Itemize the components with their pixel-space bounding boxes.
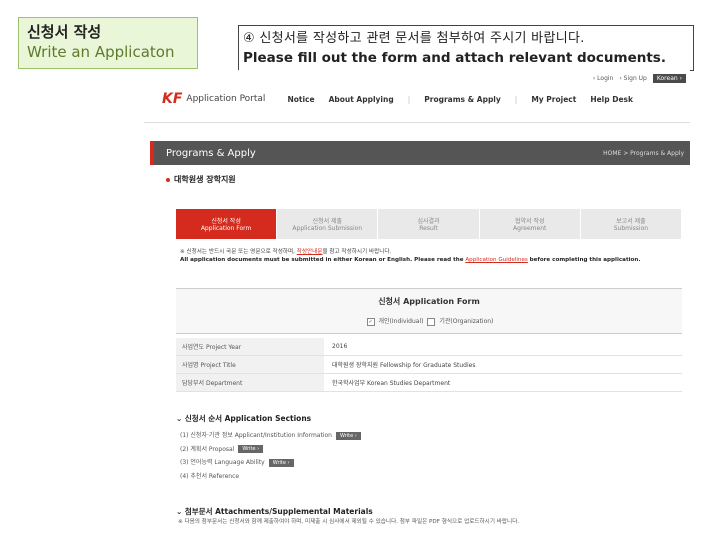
individual-label: 개인(Individual) xyxy=(378,318,424,325)
row-value: 2016 xyxy=(332,343,348,350)
nav-my-project[interactable]: My Project xyxy=(531,95,576,104)
organization-label: 기관(Organization) xyxy=(439,318,494,325)
tab-result[interactable]: 심사결과 Result xyxy=(378,209,480,239)
list-item: (2) 계획서 Proposal Write › xyxy=(180,443,361,457)
login-link[interactable]: › Login xyxy=(593,75,614,82)
table-row: 사업연도 Project Year 2016 xyxy=(176,338,682,356)
list-item: (4) 추천서 Reference xyxy=(180,472,240,480)
page-title: Programs & Apply xyxy=(166,147,256,159)
attachments-text: ※ 다음의 첨부문서는 신청서와 함께 제출하여야 하며, 미제출 시 심사에서… xyxy=(178,519,520,525)
page-title-bar: Programs & Apply HOME > Programs & Apply xyxy=(150,141,690,165)
sections-title: ⌄ 신청서 순서 Application Sections xyxy=(176,414,312,423)
nav-about-applying[interactable]: About Applying xyxy=(329,95,394,104)
nav-items: Notice About Applying | Programs & Apply… xyxy=(287,95,633,104)
nav-help-desk[interactable]: Help Desk xyxy=(590,95,633,104)
table-row: 사업명 Project Title 대학원생 장학지원 Fellowship f… xyxy=(176,356,682,374)
program-title: 대학원생 장학지원 xyxy=(166,174,236,185)
nav-programs-apply[interactable]: Programs & Apply xyxy=(424,95,501,104)
attachments-title: ⌄ 첨부문서 Attachments/Supplemental Material… xyxy=(176,507,373,516)
instruction-box: ④ 신청서를 작성하고 관련 문서를 첨부하여 주시기 바랍니다. Please… xyxy=(238,25,694,71)
project-info-table: 사업연도 Project Year 2016 사업명 Project Title… xyxy=(176,338,682,392)
table-row: 담당부서 Department 한국학사업부 Korean Studies De… xyxy=(176,374,682,392)
tab-application-submission[interactable]: 신청서 제출 Application Submission xyxy=(277,209,379,239)
signup-link[interactable]: › Sign Up xyxy=(619,75,647,82)
portal-screenshot: › Login › Sign Up Korean › KF Applicatio… xyxy=(144,70,690,540)
tab-submission[interactable]: 보고서 제출 Submission xyxy=(580,209,683,239)
main-nav: KF Application Portal Notice About Apply… xyxy=(144,84,690,114)
nav-divider xyxy=(144,122,690,123)
row-label: 사업명 Project Title xyxy=(176,356,324,373)
nav-separator: | xyxy=(514,94,518,104)
guideline-link-ko[interactable]: 작성안내문 xyxy=(297,249,323,255)
step-title-box: 신청서 작성 Write an Applicaton xyxy=(18,17,198,69)
organization-checkbox[interactable] xyxy=(427,317,436,326)
sections-list: (1) 신청자·기관 정보 Applicant/Institution Info… xyxy=(180,429,361,483)
nav-separator: | xyxy=(407,94,411,104)
list-item: (1) 신청자·기관 정보 Applicant/Institution Info… xyxy=(180,429,361,443)
nav-notice[interactable]: Notice xyxy=(287,95,314,104)
write-button[interactable]: Write › xyxy=(268,458,294,467)
tab-application-form[interactable]: 신청서 작성 Application Form xyxy=(176,209,278,239)
form-type-selector: ✓ 개인(Individual) 기관(Organization) xyxy=(176,316,682,326)
step-title-en: Write an Applicaton xyxy=(27,43,175,61)
program-title-text: 대학원생 장학지원 xyxy=(174,175,236,184)
top-links: › Login › Sign Up Korean › xyxy=(593,74,686,83)
form-header: 신청서 Application Form ✓ 개인(Individual) 기관… xyxy=(176,288,682,334)
language-button[interactable]: Korean › xyxy=(652,74,686,83)
instruction-en: Please fill out the form and attach rele… xyxy=(243,50,666,66)
instruction-ko: ④ 신청서를 작성하고 관련 문서를 첨부하여 주시기 바랍니다. xyxy=(243,31,585,46)
row-label: 담당부서 Department xyxy=(176,374,324,391)
form-title: 신청서 Application Form xyxy=(378,297,480,306)
logo[interactable]: KF Application Portal xyxy=(162,91,265,107)
write-button[interactable]: Write › xyxy=(335,431,361,440)
list-item: (3) 언어능력 Language Ability Write › xyxy=(180,456,361,470)
individual-checkbox[interactable]: ✓ xyxy=(366,317,375,326)
notice-text: ※ 신청서는 반드시 국문 또는 영문으로 작성하며, 작성안내문을 참고 작성… xyxy=(180,249,641,263)
logo-text: Application Portal xyxy=(186,94,266,104)
guideline-link-en[interactable]: Application Guidelines xyxy=(465,257,527,263)
row-label: 사업연도 Project Year xyxy=(176,338,324,355)
row-value: 한국학사업부 Korean Studies Department xyxy=(332,380,451,387)
step-title-ko: 신청서 작성 xyxy=(27,23,102,41)
row-value: 대학원생 장학지원 Fellowship for Graduate Studie… xyxy=(332,362,476,369)
kf-logo-mark: KF xyxy=(162,91,183,107)
bullet-icon xyxy=(166,177,170,182)
step-tabs: 신청서 작성 Application Form 신청서 제출 Application… xyxy=(176,209,683,239)
breadcrumb: HOME > Programs & Apply xyxy=(603,149,684,157)
tab-agreement[interactable]: 협약서 작성 Agreement xyxy=(479,209,581,239)
write-button[interactable]: Write › xyxy=(238,445,264,454)
